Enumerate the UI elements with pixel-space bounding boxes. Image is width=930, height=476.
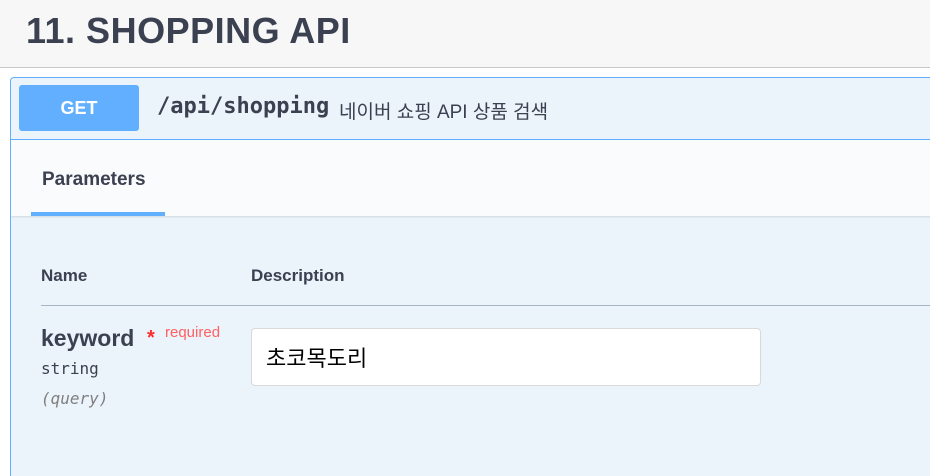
keyword-input[interactable] <box>251 328 761 386</box>
column-header-description: Description <box>251 266 345 285</box>
parameters-header: Parameters <box>11 140 930 216</box>
table-header-divider <box>41 305 930 306</box>
parameter-name: keyword <box>41 325 135 351</box>
opblock-get: GET /api/shopping 네이버 쇼핑 API 상품 검색 Param… <box>10 77 930 476</box>
parameter-location: (query) <box>41 389 109 408</box>
operation-description: 네이버 쇼핑 API 상품 검색 <box>339 102 549 123</box>
opblock-summary[interactable]: GET /api/shopping 네이버 쇼핑 API 상품 검색 <box>11 78 930 140</box>
tab-parameters[interactable]: Parameters <box>31 140 165 216</box>
operation-path: /api/shopping <box>157 94 330 119</box>
tab-parameters-label: Parameters <box>42 169 146 190</box>
required-star-icon: * <box>147 327 155 349</box>
method-badge: GET <box>19 85 139 131</box>
column-header-name: Name <box>41 266 88 285</box>
swagger-page: 11. SHOPPING API GET /api/shopping 네이버 쇼… <box>0 0 930 476</box>
required-label: required <box>165 324 221 341</box>
parameter-type: string <box>41 359 99 378</box>
section-header[interactable]: 11. SHOPPING API <box>0 0 930 68</box>
section-title: 11. SHOPPING API <box>26 10 351 51</box>
